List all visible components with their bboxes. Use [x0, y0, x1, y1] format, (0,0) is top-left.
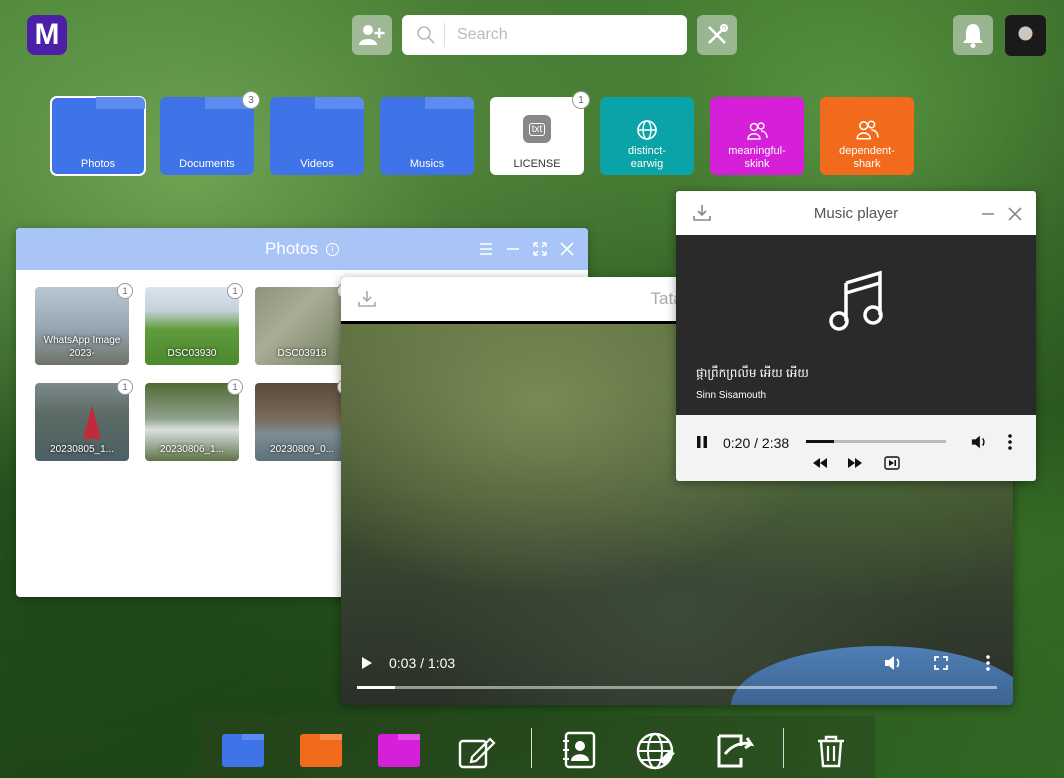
group-icon [856, 120, 879, 140]
desktop-item-meaningful-skink[interactable]: meaningful-skink [710, 97, 804, 175]
desktop-item-distinct-earwig[interactable]: distinct-earwig [600, 97, 694, 175]
audio-progress-bar[interactable] [806, 440, 946, 443]
download-icon[interactable] [693, 204, 711, 222]
group-icon [747, 122, 768, 140]
volume-icon[interactable] [884, 655, 902, 671]
close-icon[interactable] [1008, 207, 1022, 221]
count-badge: 1 [572, 91, 590, 109]
play-icon[interactable] [360, 656, 374, 670]
search-input[interactable] [455, 25, 679, 45]
search-icon [417, 26, 435, 44]
dock-folder-magenta[interactable] [378, 734, 420, 767]
close-icon[interactable] [560, 242, 574, 256]
photo-thumbnail[interactable]: DSC03918 [255, 287, 349, 365]
music-player-window[interactable]: Music player ផ្កាព្រឹកព្រលឹម អើយ អើយ Sin… [676, 191, 1036, 481]
desktop-folder-musics[interactable]: Musics [380, 97, 474, 175]
notifications-button[interactable] [953, 15, 993, 55]
editor-icon[interactable] [458, 733, 496, 769]
more-icon[interactable] [986, 655, 990, 671]
download-icon[interactable] [358, 290, 376, 308]
minimize-icon[interactable] [981, 207, 995, 221]
photo-thumbnail[interactable]: DSC03930 [145, 287, 239, 365]
add-user-icon [359, 25, 385, 45]
count-badge: 1 [117, 379, 133, 395]
maximize-icon[interactable] [533, 242, 547, 256]
video-progress-bar[interactable] [357, 686, 997, 689]
info-icon[interactable]: i [325, 242, 339, 256]
rewind-icon[interactable] [812, 457, 828, 469]
desktop-file-license[interactable]: txt LICENSE 1 [490, 91, 590, 175]
video-controls: 0:03 / 1:03 [341, 633, 1013, 705]
pause-icon[interactable] [696, 435, 708, 449]
feedback-icon[interactable] [715, 732, 755, 770]
music-note-icon [829, 270, 883, 331]
contacts-icon[interactable] [562, 731, 596, 769]
dock-folder-blue[interactable] [222, 734, 264, 767]
fast-forward-icon[interactable] [847, 457, 863, 469]
desktop-folder-documents[interactable]: Documents 3 [160, 91, 260, 175]
more-icon[interactable] [1008, 434, 1012, 450]
desktop-item-dependent-shark[interactable]: dependent-shark [820, 97, 914, 175]
trash-icon[interactable] [816, 734, 846, 768]
next-track-icon[interactable] [884, 456, 900, 470]
count-badge: 1 [227, 379, 243, 395]
photo-thumbnail[interactable]: WhatsApp Image 2023- [35, 287, 129, 365]
desktop-folder-videos[interactable]: Videos [270, 97, 364, 175]
add-user-button[interactable] [352, 15, 392, 55]
globe-share-icon[interactable] [635, 731, 677, 771]
dock-folder-orange[interactable] [300, 734, 342, 767]
dock [199, 716, 875, 778]
photo-thumbnail[interactable]: 20230805_1... [35, 383, 129, 461]
photo-thumbnail[interactable]: 20230809_0... [255, 383, 349, 461]
tools-button[interactable] [697, 15, 737, 55]
count-badge: 1 [227, 283, 243, 299]
track-artist: Sinn Sisamouth [696, 390, 767, 401]
window-title: Music player [813, 204, 899, 222]
fullscreen-icon[interactable] [934, 656, 948, 670]
menu-icon[interactable] [479, 242, 493, 256]
desktop-folder-photos[interactable]: Photos [50, 96, 146, 176]
app-logo[interactable]: M [27, 15, 67, 55]
window-titlebar[interactable]: Photos i [16, 228, 588, 270]
window-title: Photos [265, 239, 318, 258]
bell-icon [963, 24, 983, 48]
photo-thumbnail[interactable]: 20230806_1... [145, 383, 239, 461]
volume-icon[interactable] [971, 434, 987, 450]
window-titlebar[interactable]: Music player [676, 191, 1036, 235]
count-badge: 1 [117, 283, 133, 299]
count-badge: 3 [242, 91, 260, 109]
audio-time: 0:20 / 2:38 [723, 435, 790, 451]
audio-controls: 0:20 / 2:38 [676, 415, 1036, 481]
search-bar[interactable] [402, 15, 687, 55]
video-time: 0:03 / 1:03 [389, 655, 456, 671]
tools-icon [708, 24, 728, 44]
globe-icon [637, 120, 657, 140]
txt-file-icon: txt [523, 115, 551, 143]
minimize-icon[interactable] [506, 242, 520, 256]
avatar[interactable] [1005, 15, 1046, 56]
track-title: ផ្កាព្រឹកព្រលឹម អើយ អើយ [696, 366, 809, 380]
